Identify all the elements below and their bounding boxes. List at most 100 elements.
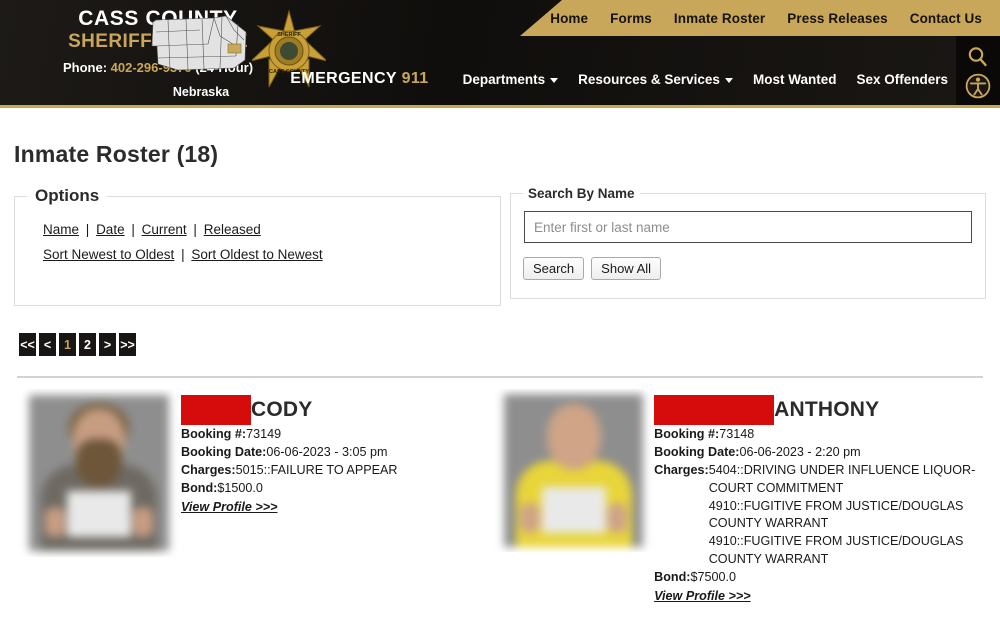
redacted-name-block	[654, 395, 775, 425]
booking-number-value: 73148	[719, 427, 755, 441]
mugshot-placard	[67, 491, 131, 537]
pagination-prev[interactable]: <	[39, 333, 56, 356]
cass-county-highlight	[227, 43, 242, 54]
pagination-page-2[interactable]: 2	[79, 333, 96, 356]
booking-number-label: Booking #:	[654, 427, 720, 441]
chevron-down-icon	[550, 77, 559, 83]
search-icon[interactable]	[966, 45, 990, 69]
search-button[interactable]: Search	[522, 257, 585, 280]
view-profile-link[interactable]: View Profile >>>	[654, 588, 750, 606]
main-nav: EMERGENCY 911 Departments Resources & Se…	[0, 53, 1000, 105]
nav-item-departments[interactable]: Departments	[463, 72, 559, 87]
inmate-record: CODY Booking #:73149 Booking Date:06-06-…	[14, 389, 494, 606]
bond-field: Bond:$7500.0	[654, 569, 986, 587]
charges-label: Charges:	[654, 462, 709, 477]
charges-field: Charges: 5404::DRIVING UNDER INFLUENCE L…	[654, 462, 986, 569]
bond-value: $1500.0	[217, 480, 263, 495]
emergency-text: EMERGENCY	[290, 70, 397, 87]
search-buttons: Search Show All	[522, 257, 973, 280]
section-divider	[17, 376, 983, 378]
top-nav-contact-us[interactable]: Contact Us	[910, 11, 982, 26]
mugshot-image	[504, 394, 644, 547]
svg-text:SHERIFF: SHERIFF	[277, 32, 301, 38]
inmate-details: ANTHONY Booking #:73148 Booking Date:06-…	[654, 389, 986, 606]
inmate-name: ANTHONY	[774, 398, 880, 422]
booking-number-field: Booking #:73149	[181, 426, 494, 444]
booking-date-label: Booking Date:	[181, 444, 267, 459]
main-content: Inmate Roster (18) Options Name | Date |…	[0, 141, 1000, 606]
mugshot-head	[546, 404, 601, 470]
emergency-label: EMERGENCY 911	[290, 70, 428, 88]
pagination: << < 1 2 > >>	[19, 333, 986, 356]
top-nav-home[interactable]: Home	[550, 11, 588, 26]
chevron-down-icon	[724, 77, 733, 83]
search-panel: Search By Name Search Show All	[509, 186, 986, 299]
pagination-next[interactable]: >	[99, 333, 116, 356]
inmate-roster-list: CODY Booking #:73149 Booking Date:06-06-…	[14, 389, 986, 606]
bond-field: Bond:$1500.0	[181, 480, 494, 498]
charges-list: 5015::FAILURE TO APPEAR	[236, 462, 398, 480]
booking-date-label: Booking Date:	[654, 444, 740, 459]
inmate-details: CODY Booking #:73149 Booking Date:06-06-…	[181, 389, 494, 516]
filter-links-row: Name | Date | Current | Released	[43, 222, 488, 237]
filter-link-name[interactable]: Name	[43, 222, 79, 237]
mugshot-hand-right	[133, 507, 153, 537]
search-legend: Search By Name	[527, 186, 635, 201]
nav-label-departments: Departments	[462, 71, 546, 87]
view-profile-link[interactable]: View Profile >>>	[181, 499, 277, 517]
show-all-button[interactable]: Show All	[591, 257, 662, 280]
nav-item-most-wanted[interactable]: Most Wanted	[753, 72, 837, 87]
booking-number-label: Booking #:	[181, 427, 247, 441]
sort-links-row: Sort Newest to Oldest | Sort Oldest to N…	[43, 247, 488, 262]
nav-item-resources-services[interactable]: Resources & Services	[578, 72, 733, 87]
charges-label: Charges:	[181, 462, 236, 477]
options-panel: Options Name | Date | Current | Released…	[14, 186, 501, 306]
top-utility-nav: Home Forms Inmate Roster Press Releases …	[520, 0, 1000, 36]
filter-link-date[interactable]: Date	[96, 222, 125, 237]
pagination-first[interactable]: <<	[19, 333, 36, 356]
inmate-record: ANTHONY Booking #:73148 Booking Date:06-…	[494, 389, 986, 606]
sort-link-newest-to-oldest[interactable]: Sort Newest to Oldest	[43, 247, 174, 262]
header-icon-rail	[956, 36, 1000, 105]
charge-item: 4910::FUGITIVE FROM JUSTICE/DOUGLAS COUN…	[708, 534, 964, 567]
separator: |	[181, 247, 185, 262]
accessibility-icon[interactable]	[965, 73, 991, 99]
booking-date-field: Booking Date:06-06-2023 - 3:05 pm	[181, 444, 494, 462]
top-nav-inmate-roster[interactable]: Inmate Roster	[674, 11, 765, 26]
pagination-last[interactable]: >>	[119, 333, 136, 356]
controls-row: Options Name | Date | Current | Released…	[14, 186, 986, 306]
charge-item: 5015::FAILURE TO APPEAR	[235, 462, 398, 477]
top-nav-forms[interactable]: Forms	[610, 11, 652, 26]
site-header: Home Forms Inmate Roster Press Releases …	[0, 0, 1000, 108]
separator: |	[193, 222, 197, 237]
mugshot-hand-left	[520, 503, 541, 533]
charges-list: 5404::DRIVING UNDER INFLUENCE LIQUOR-COU…	[709, 462, 986, 569]
sort-link-oldest-to-newest[interactable]: Sort Oldest to Newest	[191, 247, 322, 262]
inmate-name: CODY	[251, 398, 313, 422]
mugshot-placard	[541, 487, 606, 533]
bond-label: Bond:	[654, 570, 691, 584]
bond-value: $7500.0	[690, 570, 737, 584]
mugshot-beard	[76, 439, 122, 487]
charges-field: Charges: 5015::FAILURE TO APPEAR	[181, 462, 494, 480]
nav-item-sex-offenders[interactable]: Sex Offenders	[856, 72, 948, 87]
charge-item: 4910::FUGITIVE FROM JUSTICE/DOUGLAS COUN…	[708, 498, 964, 531]
mugshot-hand-left	[45, 507, 65, 537]
filter-link-current[interactable]: Current	[142, 222, 187, 237]
charge-item: 5404::DRIVING UNDER INFLUENCE LIQUOR-COU…	[708, 462, 976, 495]
booking-date-value: 06-06-2023 - 2:20 pm	[739, 444, 861, 459]
inmate-name-row: ANTHONY	[654, 395, 986, 425]
search-input[interactable]	[523, 211, 972, 243]
nav-label-resources-services: Resources & Services	[578, 71, 720, 87]
bond-label: Bond:	[181, 480, 218, 495]
pagination-page-1[interactable]: 1	[59, 333, 76, 356]
mugshot[interactable]	[15, 389, 181, 557]
filter-link-released[interactable]: Released	[204, 222, 261, 237]
separator: |	[85, 222, 90, 237]
separator: |	[131, 222, 135, 237]
top-nav-press-releases[interactable]: Press Releases	[787, 11, 887, 26]
booking-date-value: 06-06-2023 - 3:05 pm	[266, 444, 388, 459]
booking-number-value: 73149	[246, 427, 282, 441]
mugshot-image	[29, 395, 169, 551]
mugshot[interactable]	[494, 389, 655, 552]
